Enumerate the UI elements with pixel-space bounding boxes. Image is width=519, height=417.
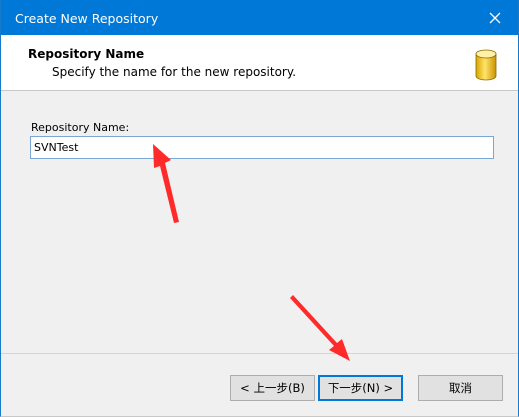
close-button[interactable] — [472, 0, 518, 35]
window-title: Create New Repository — [15, 11, 159, 26]
database-icon — [475, 49, 497, 81]
repository-name-label: Repository Name: — [31, 121, 130, 134]
repository-name-input[interactable] — [30, 136, 494, 159]
page-subtitle: Specify the name for the new repository. — [52, 65, 297, 79]
cancel-button[interactable]: 取消 — [418, 375, 503, 401]
next-button[interactable]: 下一步(N) > — [318, 375, 403, 401]
dialog-window: Create New Repository Repository Name Sp… — [0, 0, 519, 417]
title-bar: Create New Repository — [1, 0, 518, 35]
wizard-header: Repository Name Specify the name for the… — [1, 35, 518, 91]
arrow-annotation — [290, 295, 350, 361]
back-button[interactable]: < 上一步(B) — [230, 375, 315, 401]
close-icon — [489, 12, 501, 23]
page-title: Repository Name — [28, 47, 145, 61]
footer-divider — [1, 353, 518, 354]
